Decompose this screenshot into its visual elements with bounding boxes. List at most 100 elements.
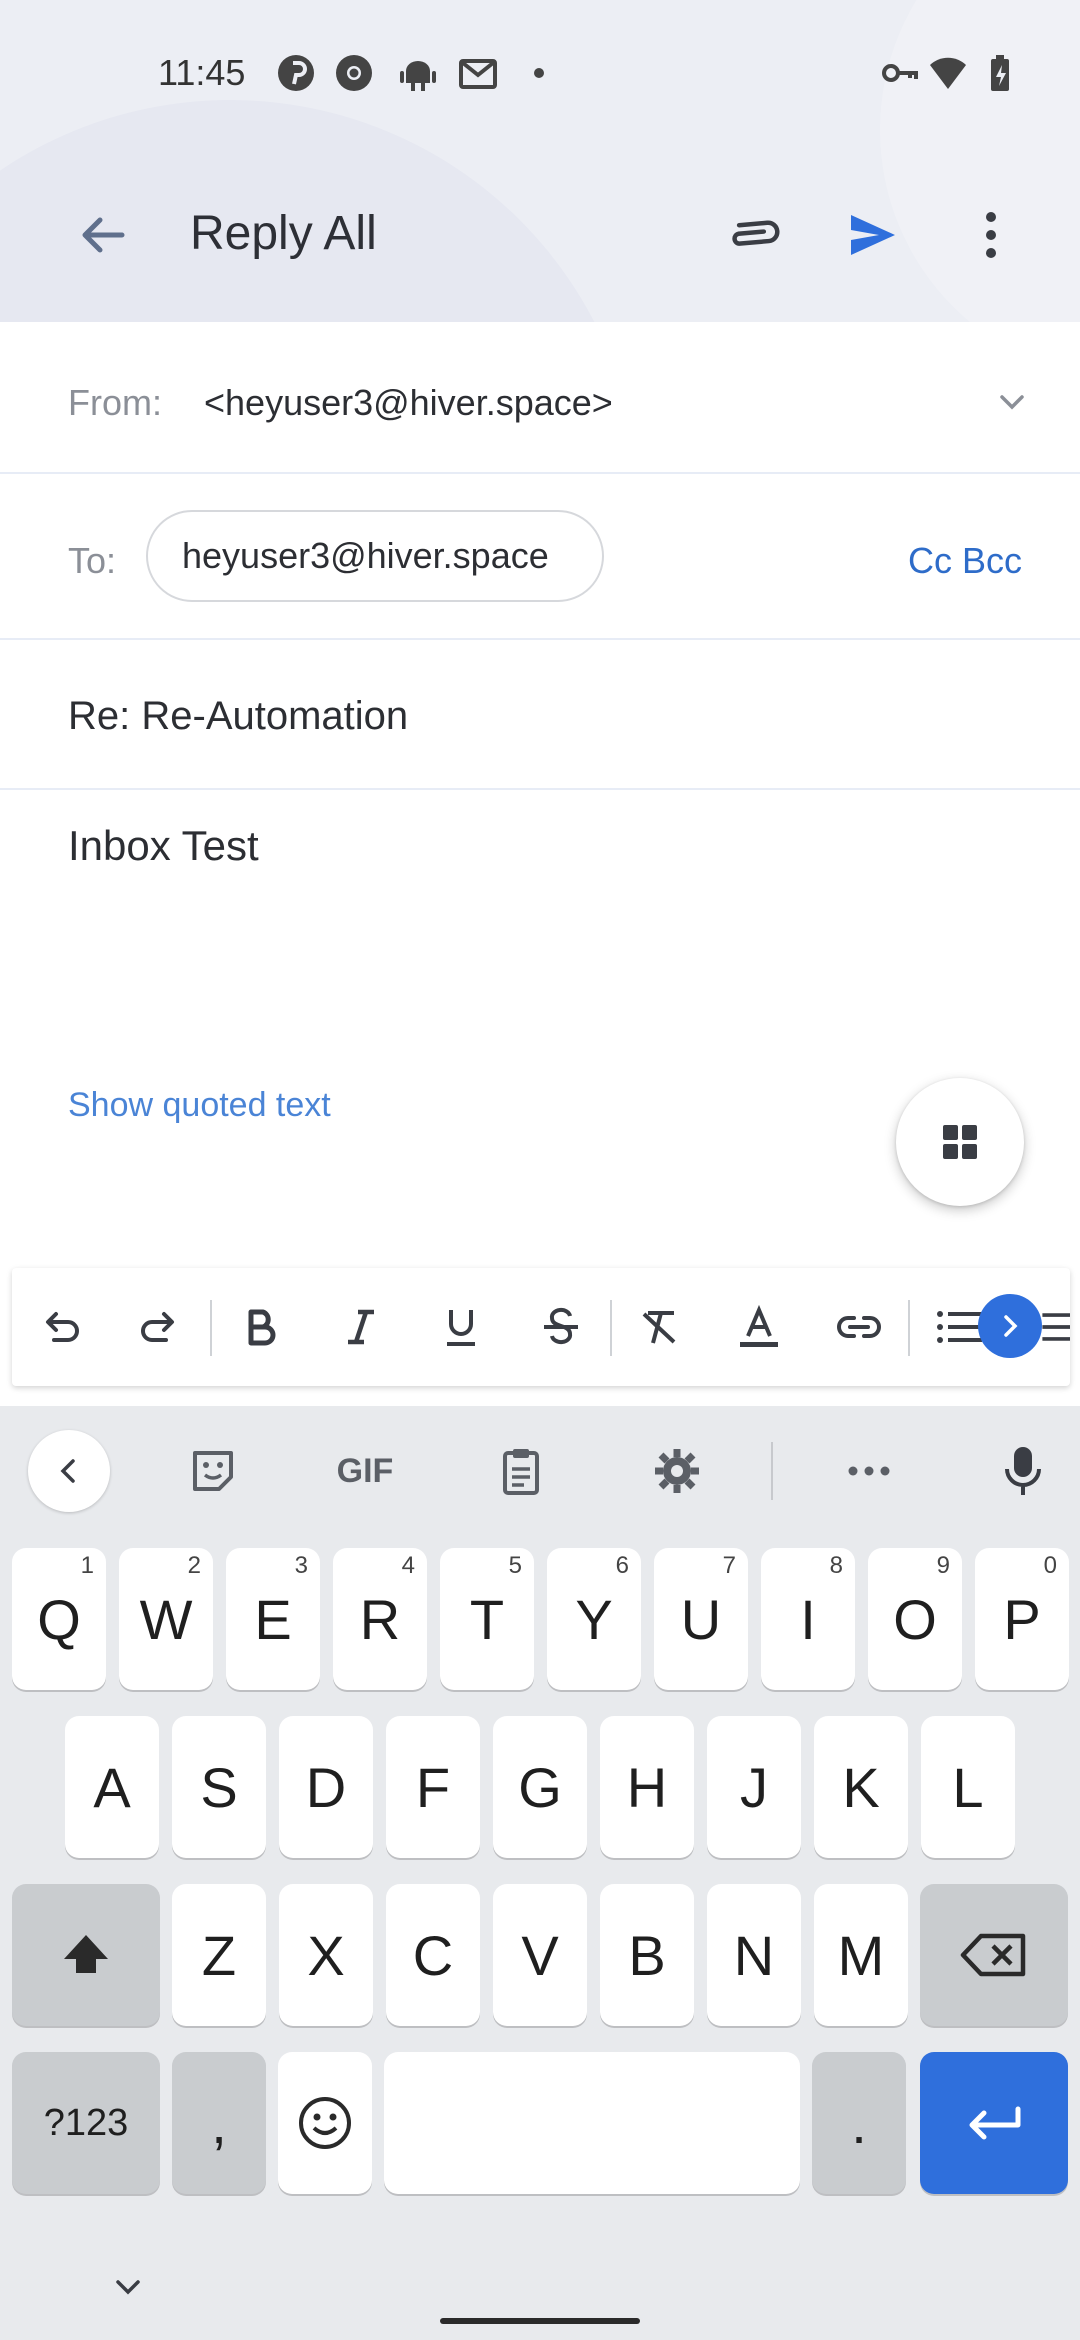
attach-button[interactable] (724, 202, 790, 268)
status-time: 11:45 (158, 52, 246, 93)
smart-compose-fab[interactable] (896, 1078, 1024, 1206)
period-key[interactable]: . (812, 2052, 906, 2194)
undo-button[interactable] (30, 1296, 92, 1358)
bold-icon (248, 1309, 276, 1346)
key-a[interactable]: A (65, 1716, 159, 1858)
key-t[interactable]: T5 (440, 1548, 534, 1690)
key-f[interactable]: F (386, 1716, 480, 1858)
clipboard-button[interactable] (488, 1438, 554, 1504)
to-field[interactable]: To: heyuser3@hiver.space Cc Bcc (0, 474, 1080, 640)
more-tools-button[interactable] (836, 1438, 902, 1504)
subject-field[interactable]: Re: Re-Automation (0, 640, 1080, 790)
key-u[interactable]: U7 (654, 1548, 748, 1690)
show-quoted-text-link[interactable]: Show quoted text (68, 1086, 331, 1125)
space-key[interactable] (384, 2052, 800, 2194)
sticker-button[interactable] (180, 1438, 246, 1504)
key-d[interactable]: D (279, 1716, 373, 1858)
enter-key[interactable] (920, 2052, 1068, 2194)
pinterest-icon (278, 55, 314, 91)
key-s[interactable]: S (172, 1716, 266, 1858)
subject-input[interactable]: Re: Re-Automation (68, 694, 408, 739)
key-y[interactable]: Y6 (547, 1548, 641, 1690)
from-field[interactable]: From: <heyuser3@hiver.space> (0, 322, 1080, 474)
keyboard-back-button[interactable] (28, 1430, 110, 1512)
toolbar-scroll-button[interactable] (978, 1294, 1042, 1358)
from-value[interactable]: <heyuser3@hiver.space> (204, 382, 613, 424)
key-q[interactable]: Q1 (12, 1548, 106, 1690)
status-bar: 11:45 (0, 0, 1080, 150)
home-handle[interactable] (440, 2318, 640, 2324)
dot-icon (534, 68, 544, 78)
chrome-icon (336, 55, 372, 91)
battery-charging-icon (991, 55, 1009, 91)
key-label: R (359, 1587, 401, 1651)
key-m[interactable]: M (814, 1884, 908, 2026)
comma-key[interactable]: , (172, 2052, 266, 2194)
italic-button[interactable] (330, 1296, 392, 1358)
voice-input-button[interactable] (990, 1438, 1056, 1504)
key-b[interactable]: B (600, 1884, 694, 2026)
key-x[interactable]: X (279, 1884, 373, 2026)
message-body[interactable]: Inbox Test (68, 822, 259, 870)
key-hint: 1 (80, 1552, 94, 1579)
key-l[interactable]: L (921, 1716, 1015, 1858)
key-hint: 5 (508, 1552, 522, 1579)
strikethrough-icon (544, 1307, 578, 1345)
recipient-chip[interactable]: heyuser3@hiver.space (146, 510, 604, 602)
bold-button[interactable] (230, 1296, 292, 1358)
key-label: S (200, 1755, 238, 1819)
key-label: F (415, 1755, 451, 1819)
send-icon (851, 215, 895, 255)
key-label: B (628, 1923, 666, 1987)
compose-toolbar: Reply All (0, 180, 1080, 290)
keyboard-suggestion-strip: GIF (0, 1406, 1080, 1534)
key-label: Q (37, 1587, 81, 1651)
more-options-button[interactable] (958, 202, 1024, 268)
strikethrough-button[interactable] (530, 1296, 592, 1358)
key-z[interactable]: Z (172, 1884, 266, 2026)
toolbar-divider (210, 1300, 212, 1356)
symbols-key[interactable]: ?123 (12, 2052, 160, 2194)
key-label: J (740, 1755, 768, 1819)
chevron-right-icon (1004, 1315, 1018, 1337)
hide-keyboard-icon[interactable] (106, 2266, 150, 2310)
return-icon (969, 2106, 1021, 2140)
key-label: U (680, 1587, 722, 1651)
key-label: W (139, 1587, 193, 1651)
key-w[interactable]: W2 (119, 1548, 213, 1690)
cc-bcc-button[interactable]: Cc Bcc (908, 540, 1022, 582)
sticker-icon (193, 1451, 233, 1491)
key-p[interactable]: P0 (975, 1548, 1069, 1690)
chevron-down-icon[interactable] (992, 382, 1032, 422)
gmail-icon (459, 59, 497, 89)
key-label: O (893, 1587, 937, 1651)
key-label: C (412, 1923, 454, 1987)
link-button[interactable] (828, 1296, 890, 1358)
key-i[interactable]: I8 (761, 1548, 855, 1690)
send-button[interactable] (840, 202, 906, 268)
key-h[interactable]: H (600, 1716, 694, 1858)
clear-format-button[interactable] (628, 1296, 690, 1358)
text-color-button[interactable] (728, 1296, 790, 1358)
key-j[interactable]: J (707, 1716, 801, 1858)
key-label: K (842, 1755, 880, 1819)
emoji-icon (299, 2097, 351, 2149)
key-r[interactable]: R4 (333, 1548, 427, 1690)
key-o[interactable]: O9 (868, 1548, 962, 1690)
key-label: L (952, 1755, 984, 1819)
key-g[interactable]: G (493, 1716, 587, 1858)
key-v[interactable]: V (493, 1884, 587, 2026)
key-n[interactable]: N (707, 1884, 801, 2026)
emoji-key[interactable] (278, 2052, 372, 2194)
key-e[interactable]: E3 (226, 1548, 320, 1690)
backspace-key[interactable] (920, 1884, 1068, 2026)
key-c[interactable]: C (386, 1884, 480, 2026)
gif-button[interactable]: GIF (320, 1438, 410, 1504)
key-hint: 9 (936, 1552, 950, 1579)
redo-button[interactable] (128, 1296, 190, 1358)
settings-button[interactable] (644, 1438, 710, 1504)
key-k[interactable]: K (814, 1716, 908, 1858)
underline-button[interactable] (430, 1296, 492, 1358)
back-arrow-icon[interactable] (70, 202, 136, 268)
shift-key[interactable] (12, 1884, 160, 2026)
